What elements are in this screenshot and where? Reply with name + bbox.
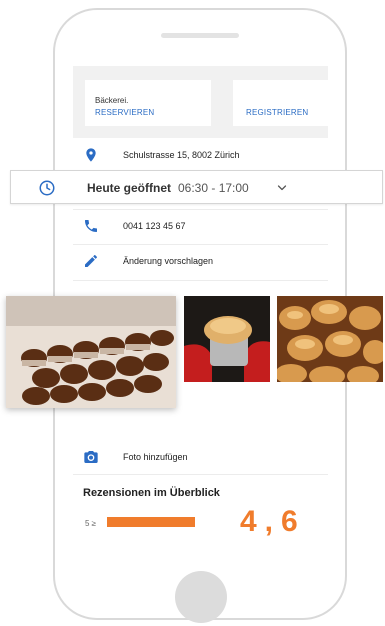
bread-pan-photo[interactable] bbox=[184, 296, 270, 382]
business-type: Bäckerei. bbox=[95, 96, 129, 105]
phone-speaker bbox=[161, 33, 239, 38]
location-pin-icon bbox=[86, 148, 96, 162]
rating-bar bbox=[107, 517, 195, 527]
address-row[interactable]: Schulstrasse 15, 8002 Zürich bbox=[73, 140, 328, 170]
add-photo-text: Foto hinzufügen bbox=[123, 452, 188, 462]
reviews-title: Rezensionen im Überblick bbox=[83, 487, 220, 499]
phone-icon bbox=[85, 220, 97, 232]
opening-hours-row[interactable]: Heute geöffnet 06:30 - 17:00 bbox=[10, 170, 383, 204]
divider bbox=[73, 474, 328, 475]
suggest-edit-row[interactable]: Änderung vorschlagen bbox=[73, 246, 328, 276]
address-text: Schulstrasse 15, 8002 Zürich bbox=[123, 150, 240, 160]
add-photo-row[interactable]: Foto hinzufügen bbox=[73, 442, 328, 472]
bread-pan-image bbox=[184, 296, 270, 382]
star-label: 5 ≥ bbox=[85, 519, 97, 528]
divider bbox=[73, 244, 328, 245]
reserve-card: Bäckerei. RESERVIEREN bbox=[85, 80, 211, 126]
rating-value: 4,6 bbox=[240, 505, 306, 538]
hours-status: Heute geöffnet bbox=[87, 181, 171, 195]
camera-icon bbox=[84, 451, 98, 463]
register-button[interactable]: REGISTRIEREN bbox=[246, 108, 308, 117]
muffins-image bbox=[6, 296, 176, 408]
phone-row[interactable]: 0041 123 45 67 bbox=[73, 211, 328, 241]
clock-icon bbox=[39, 180, 55, 196]
suggest-edit-text: Änderung vorschlagen bbox=[123, 256, 214, 266]
divider bbox=[73, 280, 328, 281]
pastries-image bbox=[277, 296, 383, 382]
home-button[interactable] bbox=[175, 571, 227, 623]
pastries-photo[interactable] bbox=[277, 296, 383, 382]
pencil-icon bbox=[85, 255, 97, 267]
phone-number: 0041 123 45 67 bbox=[123, 221, 186, 231]
divider bbox=[73, 209, 328, 210]
reserve-button[interactable]: RESERVIEREN bbox=[95, 108, 154, 117]
chevron-down-icon[interactable] bbox=[276, 182, 288, 194]
hours-time: 06:30 - 17:00 bbox=[178, 181, 249, 195]
register-card: REGISTRIEREN bbox=[233, 80, 328, 126]
muffins-photo[interactable] bbox=[6, 296, 176, 408]
